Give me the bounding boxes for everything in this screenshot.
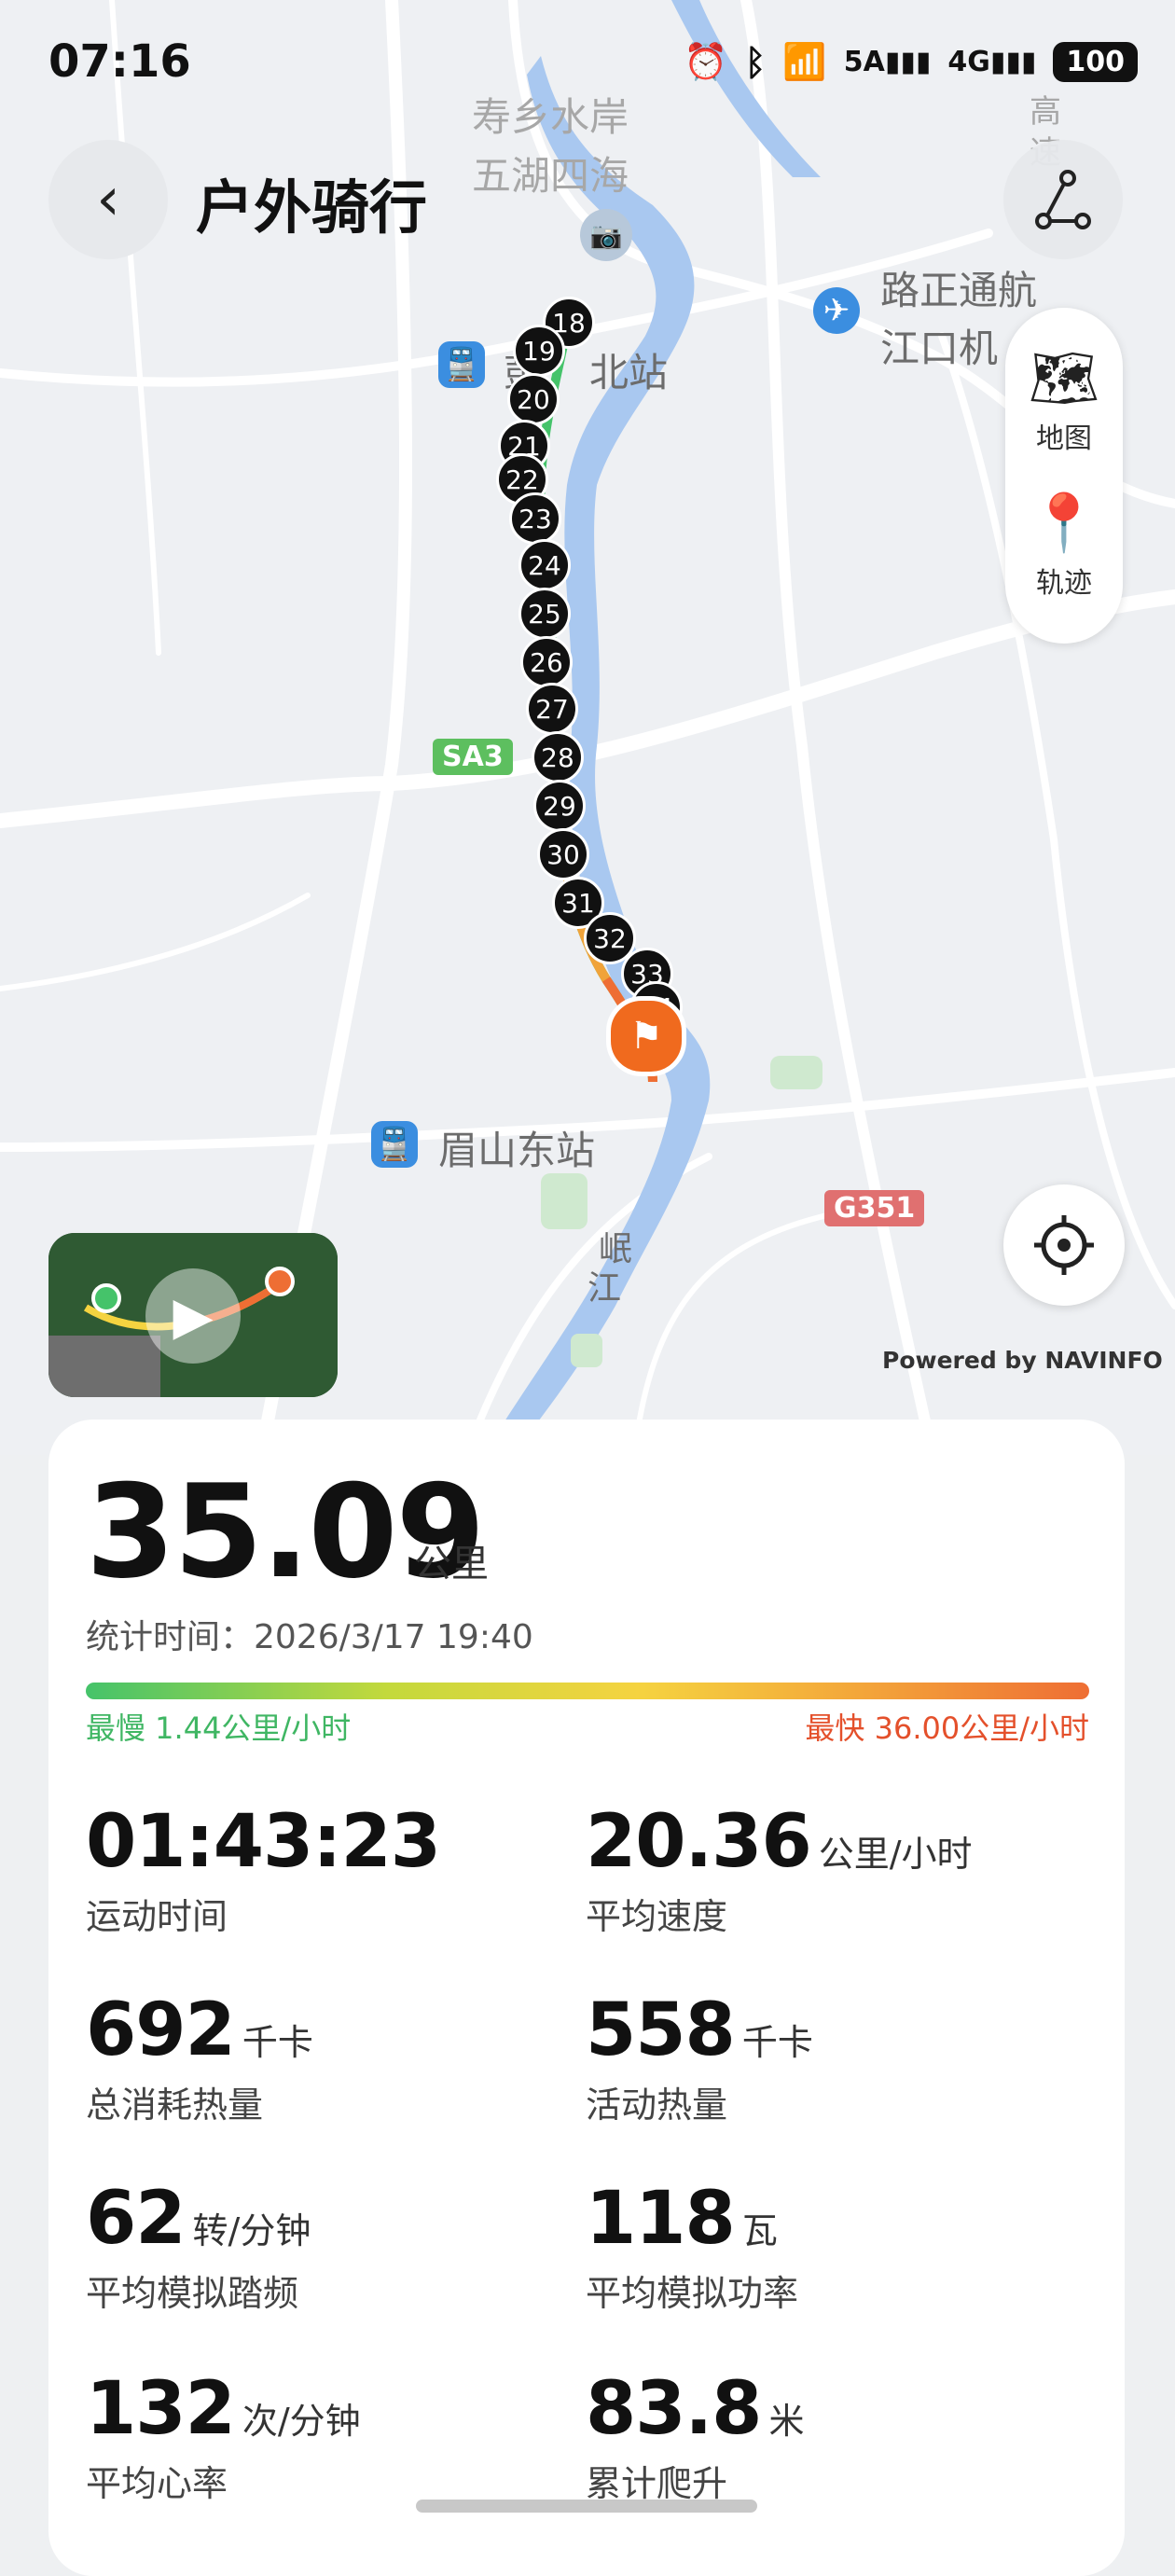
- status-icons: ⏰ ᛒ 📶 5A▮▮▮ 4G▮▮▮ 100: [684, 41, 1138, 83]
- map-icon: 🗺: [1028, 346, 1100, 411]
- map-label-luzheng-2: 江口机: [880, 325, 999, 371]
- distance-unit: 公里: [414, 1543, 489, 1586]
- km-marker-30: 30: [537, 828, 589, 880]
- crosshair-icon: [1034, 1215, 1094, 1275]
- chevron-left-icon: ‹: [96, 165, 120, 234]
- locate-button[interactable]: [1003, 1184, 1125, 1306]
- km-marker-20: 20: [507, 373, 560, 425]
- km-marker-29: 29: [533, 780, 586, 832]
- track-mode-label: 轨迹: [1036, 567, 1092, 600]
- map-mode-panel: 🗺 地图 📍 轨迹: [1005, 308, 1123, 644]
- play-button[interactable]: ▶: [145, 1268, 241, 1364]
- road-badge-g351: G351: [824, 1190, 925, 1226]
- metric-elevation-gain: 83.8 米 累计爬升: [586, 2367, 805, 2504]
- route-video-thumbnail[interactable]: ▶: [48, 1233, 338, 1397]
- km-marker-25: 25: [518, 588, 571, 640]
- camera-icon[interactable]: 📷: [580, 209, 632, 261]
- signal-4g-icon: 4G▮▮▮: [947, 46, 1037, 78]
- map-mode-button[interactable]: 🗺 地图: [1005, 345, 1123, 456]
- back-button[interactable]: ‹: [48, 140, 168, 259]
- metric-power: 118 瓦 平均模拟功率: [586, 2177, 799, 2314]
- map-label-pengshan-b: 北站: [589, 350, 669, 395]
- stat-time: 统计时间：2026/3/17 19:40: [86, 1618, 533, 1656]
- map-attribution: Powered by NAVINFO: [882, 1347, 1163, 1374]
- alarm-icon: ⏰: [684, 41, 728, 82]
- signal-5a-icon: 5A▮▮▮: [843, 46, 932, 78]
- km-marker-27: 27: [526, 683, 578, 735]
- fastest-speed: 最快 36.00公里/小时: [805, 1710, 1089, 1746]
- metric-active-calories: 558 千卡 活动热量: [586, 1988, 813, 2126]
- km-marker-23: 23: [509, 492, 561, 545]
- track-mode-button[interactable]: 📍 轨迹: [1005, 490, 1123, 601]
- speed-gradient-bar: [86, 1683, 1089, 1699]
- metric-cadence: 62 转/分钟 平均模拟踏频: [86, 2177, 311, 2314]
- route-nodes-icon: [1035, 170, 1091, 229]
- play-icon: ▶: [173, 1285, 214, 1347]
- train-station-icon: 🚆: [371, 1121, 418, 1168]
- wifi-icon: 📶: [782, 41, 827, 82]
- metric-total-calories: 692 千卡 总消耗热量: [86, 1988, 313, 2126]
- km-marker-28: 28: [532, 731, 584, 783]
- map-label-minjiang-2: 江: [588, 1269, 622, 1308]
- km-marker-24: 24: [518, 539, 571, 591]
- slowest-speed: 最慢 1.44公里/小时: [86, 1710, 352, 1746]
- metric-heart-rate: 132 次/分钟 平均心率: [86, 2367, 361, 2504]
- km-marker-19: 19: [513, 325, 565, 377]
- status-time: 07:16: [48, 35, 191, 88]
- finish-flag-icon: ⚑: [606, 996, 686, 1076]
- route-share-button[interactable]: [1003, 140, 1123, 259]
- km-marker-26: 26: [520, 636, 573, 688]
- map-mode-label: 地图: [1036, 422, 1092, 455]
- train-station-icon: 🚆: [438, 341, 485, 388]
- page-title: 户外骑行: [196, 173, 428, 242]
- home-indicator[interactable]: [416, 2500, 757, 2513]
- airport-icon: ✈: [813, 287, 860, 334]
- metric-duration: 01:43:23 运动时间: [86, 1800, 441, 1937]
- battery-icon: 100: [1053, 42, 1138, 82]
- map-label-luzheng-1: 路正通航: [880, 268, 1038, 313]
- metric-avg-speed: 20.36 公里/小时 平均速度: [586, 1800, 973, 1937]
- road-badge-sa3: SA3: [433, 739, 513, 775]
- status-bar: 07:16 ⏰ ᛒ 📶 5A▮▮▮ 4G▮▮▮ 100: [0, 0, 1175, 131]
- track-icon: 📍: [1029, 491, 1099, 556]
- bluetooth-icon: ᛒ: [744, 41, 767, 83]
- map-label-wuhu: 五湖四海: [472, 153, 629, 199]
- summary-card: 35.09 公里 统计时间：2026/3/17 19:40 最慢 1.44公里/…: [48, 1420, 1125, 2576]
- map-label-meishan-east: 眉山东站: [438, 1128, 596, 1173]
